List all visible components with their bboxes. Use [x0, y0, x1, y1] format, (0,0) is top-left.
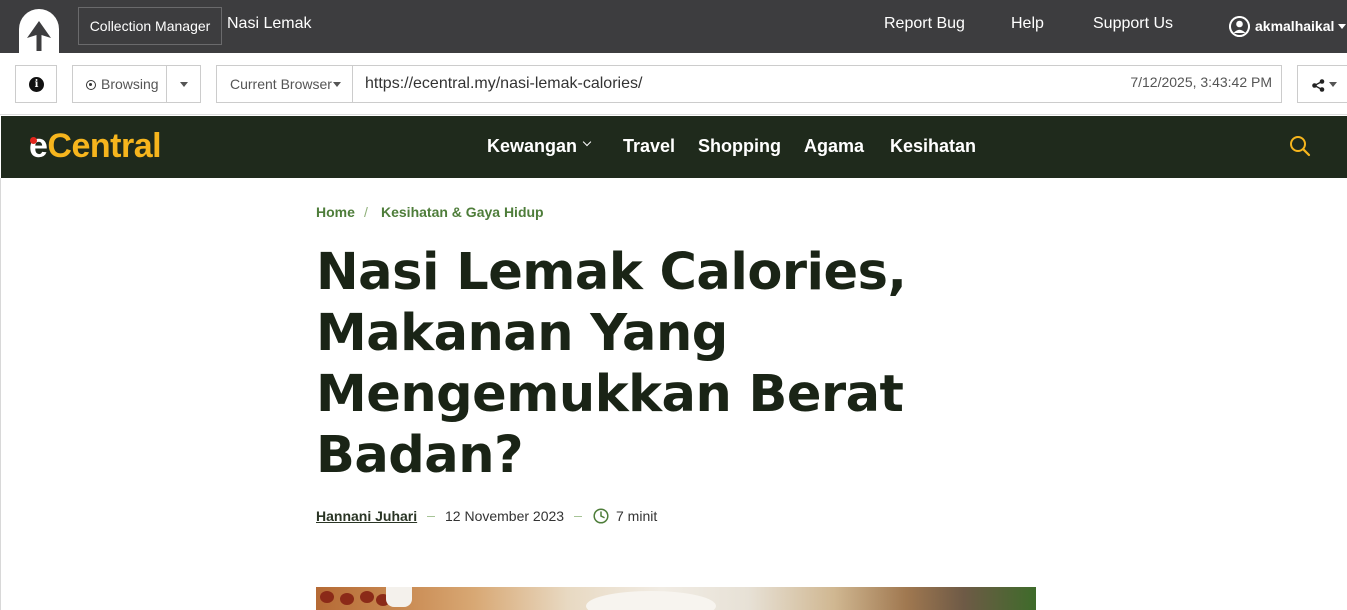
browsing-mode-label: Browsing	[101, 76, 159, 92]
username: akmalhaikal	[1255, 18, 1335, 34]
publish-date: 12 November 2023	[445, 508, 565, 524]
record-icon	[86, 80, 96, 90]
report-bug-link[interactable]: Report Bug	[884, 15, 965, 33]
capture-timestamp: 7/12/2025, 3:43:42 PM	[1130, 74, 1272, 90]
page-border	[0, 178, 1, 610]
collection-name: Nasi Lemak	[227, 15, 312, 32]
info-button[interactable]: i	[15, 65, 57, 103]
nav-kewangan[interactable]: Kewangan	[487, 136, 577, 157]
title-line: Mengemukkan Berat	[316, 365, 904, 424]
chevron-down-icon	[582, 137, 592, 147]
browsing-mode-dropdown[interactable]	[166, 65, 201, 103]
hero-detail	[586, 591, 716, 610]
url-input[interactable]: https://ecentral.my/nasi-lemak-calories/	[365, 75, 642, 93]
search-icon[interactable]	[1289, 135, 1311, 157]
collection-manager-button[interactable]: Collection Manager	[78, 7, 222, 45]
help-link[interactable]: Help	[1011, 15, 1044, 33]
support-us-link[interactable]: Support Us	[1093, 15, 1173, 33]
nav-shopping[interactable]: Shopping	[698, 136, 781, 157]
read-time: 7 minit	[616, 508, 658, 524]
chevron-down-icon	[1338, 23, 1347, 29]
share-icon	[1312, 79, 1325, 92]
app-logo[interactable]	[19, 9, 59, 53]
clock-icon	[593, 508, 609, 524]
browser-toolbar: i Browsing Current Browser https://ecent…	[0, 53, 1347, 115]
hero-detail	[386, 587, 412, 607]
author-link[interactable]: Hannani Juhari	[316, 508, 417, 524]
share-button[interactable]	[1297, 65, 1347, 103]
chevron-down-icon	[180, 82, 188, 87]
hero-detail	[360, 591, 374, 603]
hero-detail	[340, 593, 354, 605]
browser-select-label: Current Browser	[230, 76, 332, 92]
user-menu[interactable]: akmalhaikal	[1229, 15, 1347, 37]
browser-select[interactable]: Current Browser	[216, 65, 353, 103]
title-line: Badan?	[316, 426, 524, 485]
site-header: eCentral Kewangan Travel Shopping Agama …	[1, 116, 1347, 178]
meta-divider	[427, 516, 435, 517]
chevron-down-icon	[333, 82, 341, 87]
nav-travel[interactable]: Travel	[623, 136, 675, 157]
info-icon: i	[29, 77, 44, 92]
browsing-mode-button[interactable]: Browsing	[72, 65, 167, 103]
meta-divider	[574, 516, 582, 517]
breadcrumb-home[interactable]: Home	[316, 204, 355, 220]
site-logo[interactable]: eCentral	[29, 127, 162, 166]
chevron-down-icon	[1329, 82, 1337, 87]
breadcrumb-separator: /	[364, 204, 368, 220]
user-circle-icon	[1229, 15, 1250, 37]
url-bar[interactable]: https://ecentral.my/nasi-lemak-calories/…	[352, 65, 1282, 103]
nav-agama[interactable]: Agama	[804, 136, 864, 157]
title-line: Nasi Lemak Calories,	[316, 243, 907, 302]
hero-detail	[320, 591, 334, 603]
hero-image	[316, 587, 1036, 610]
title-line: Makanan Yang	[316, 304, 728, 363]
breadcrumb-category[interactable]: Kesihatan & Gaya Hidup	[381, 204, 544, 220]
app-top-bar: Collection Manager Nasi Lemak Report Bug…	[0, 0, 1347, 53]
logo-dot	[30, 137, 37, 144]
arrow-up-tree-icon	[27, 21, 51, 51]
article-title: Nasi Lemak Calories, Makanan Yang Mengem…	[316, 242, 916, 486]
nav-kesihatan[interactable]: Kesihatan	[890, 136, 976, 157]
